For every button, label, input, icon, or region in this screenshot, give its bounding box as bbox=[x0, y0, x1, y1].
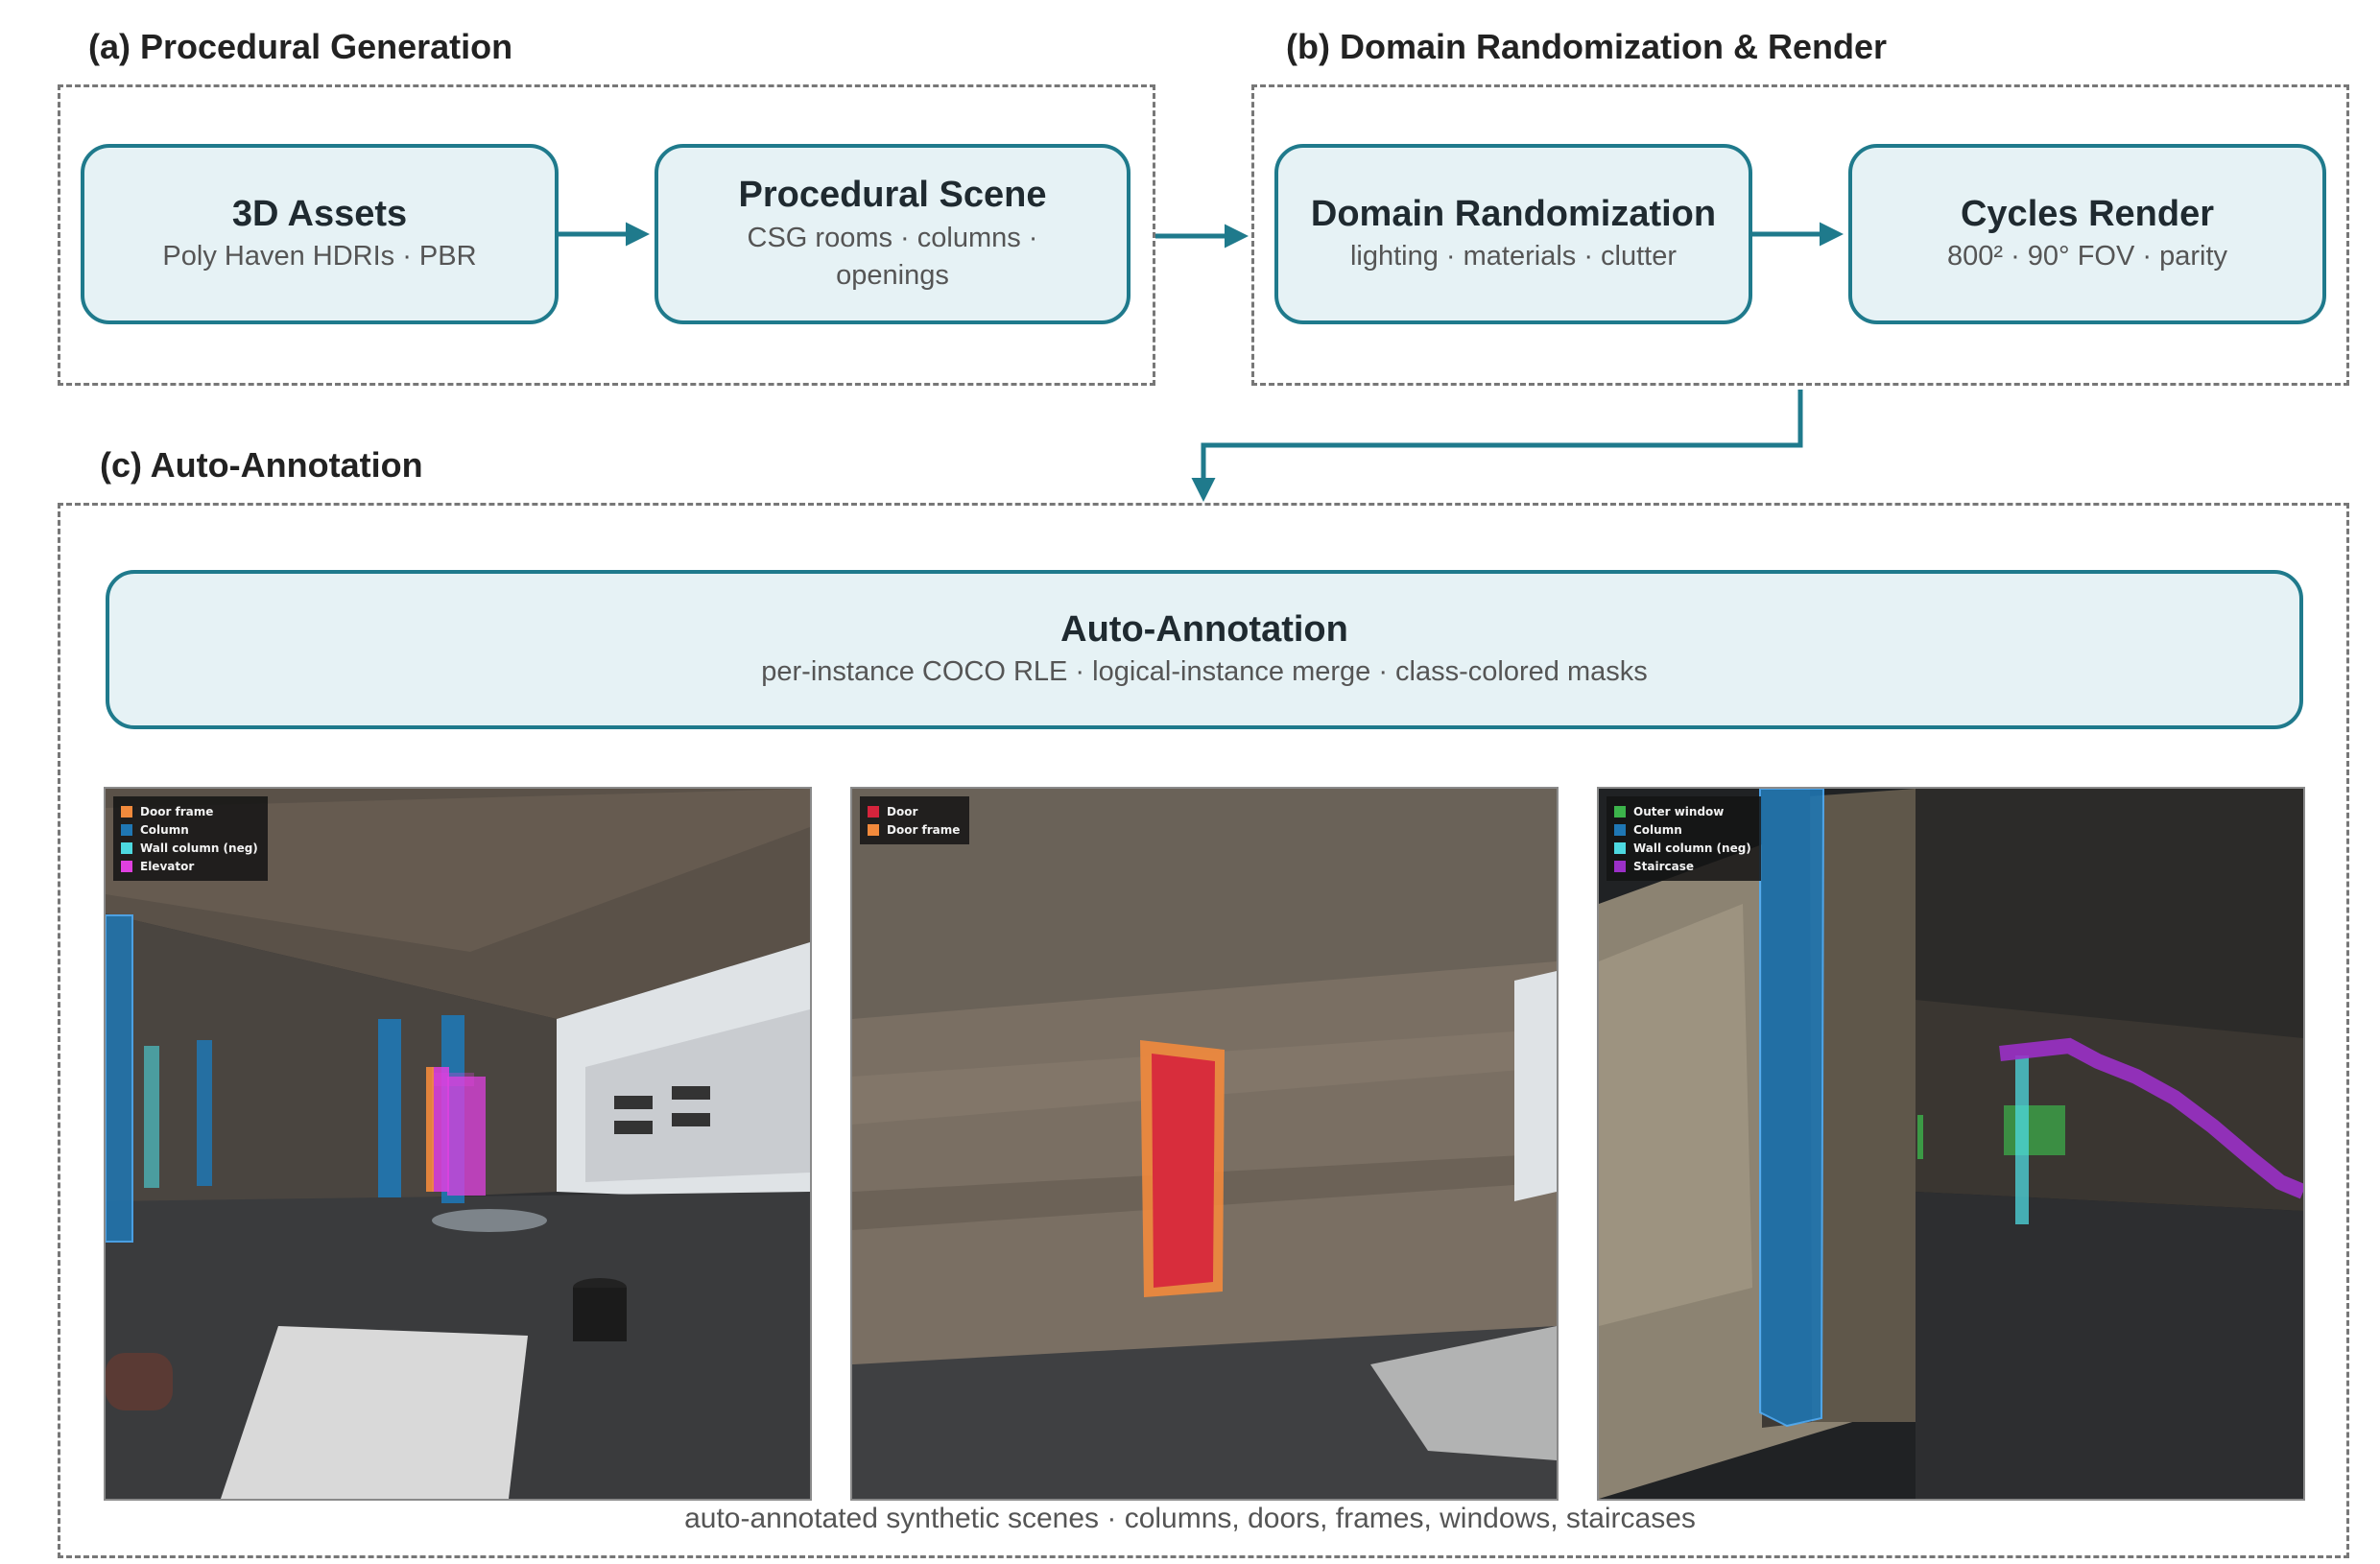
scene-panel-3: Outer window Column Wall column (neg) St… bbox=[1597, 787, 2305, 1501]
legend-label: Staircase bbox=[1633, 859, 1694, 873]
legend-item: Elevator bbox=[121, 857, 258, 875]
legend-label: Column bbox=[1633, 822, 1682, 837]
scene-panel-3-image bbox=[1599, 789, 2303, 1499]
legend-item: Column bbox=[1614, 820, 1751, 839]
scene-panel-2: Door Door frame bbox=[850, 787, 1559, 1501]
scene-panel-1-legend: Door frame Column Wall column (neg) Elev… bbox=[113, 796, 268, 881]
legend-swatch bbox=[1614, 823, 1626, 836]
legend-swatch bbox=[121, 823, 132, 836]
legend-swatch bbox=[1614, 805, 1626, 818]
legend-item: Door bbox=[868, 802, 960, 820]
legend-label: Elevator bbox=[140, 859, 195, 873]
legend-label: Wall column (neg) bbox=[1633, 841, 1751, 855]
scene-panel-3-legend: Outer window Column Wall column (neg) St… bbox=[1606, 796, 1761, 881]
arrow-render-to-annotation bbox=[1191, 390, 1803, 502]
legend-label: Door frame bbox=[140, 804, 214, 818]
legend-item: Outer window bbox=[1614, 802, 1751, 820]
scene-panel-1-image bbox=[106, 789, 810, 1499]
scene-panel-1: Door frame Column Wall column (neg) Elev… bbox=[104, 787, 812, 1501]
legend-label: Wall column (neg) bbox=[140, 841, 258, 855]
legend-swatch bbox=[121, 805, 132, 818]
legend-swatch bbox=[1614, 841, 1626, 854]
legend-swatch bbox=[1614, 860, 1626, 872]
scene-panel-2-image bbox=[852, 789, 1557, 1499]
legend-swatch bbox=[868, 823, 879, 836]
legend-label: Column bbox=[140, 822, 189, 837]
legend-label: Door bbox=[887, 804, 918, 818]
legend-item: Wall column (neg) bbox=[121, 839, 258, 857]
legend-swatch bbox=[121, 841, 132, 854]
scene-panel-2-legend: Door Door frame bbox=[860, 796, 970, 844]
legend-swatch bbox=[121, 860, 132, 872]
legend-item: Wall column (neg) bbox=[1614, 839, 1751, 857]
legend-item: Staircase bbox=[1614, 857, 1751, 875]
legend-item: Column bbox=[121, 820, 258, 839]
legend-label: Outer window bbox=[1633, 804, 1725, 818]
legend-item: Door frame bbox=[121, 802, 258, 820]
legend-item: Door frame bbox=[868, 820, 960, 839]
figure-caption: auto-annotated synthetic scenes · column… bbox=[684, 1503, 1696, 1534]
legend-swatch bbox=[868, 805, 879, 818]
legend-label: Door frame bbox=[887, 822, 961, 837]
